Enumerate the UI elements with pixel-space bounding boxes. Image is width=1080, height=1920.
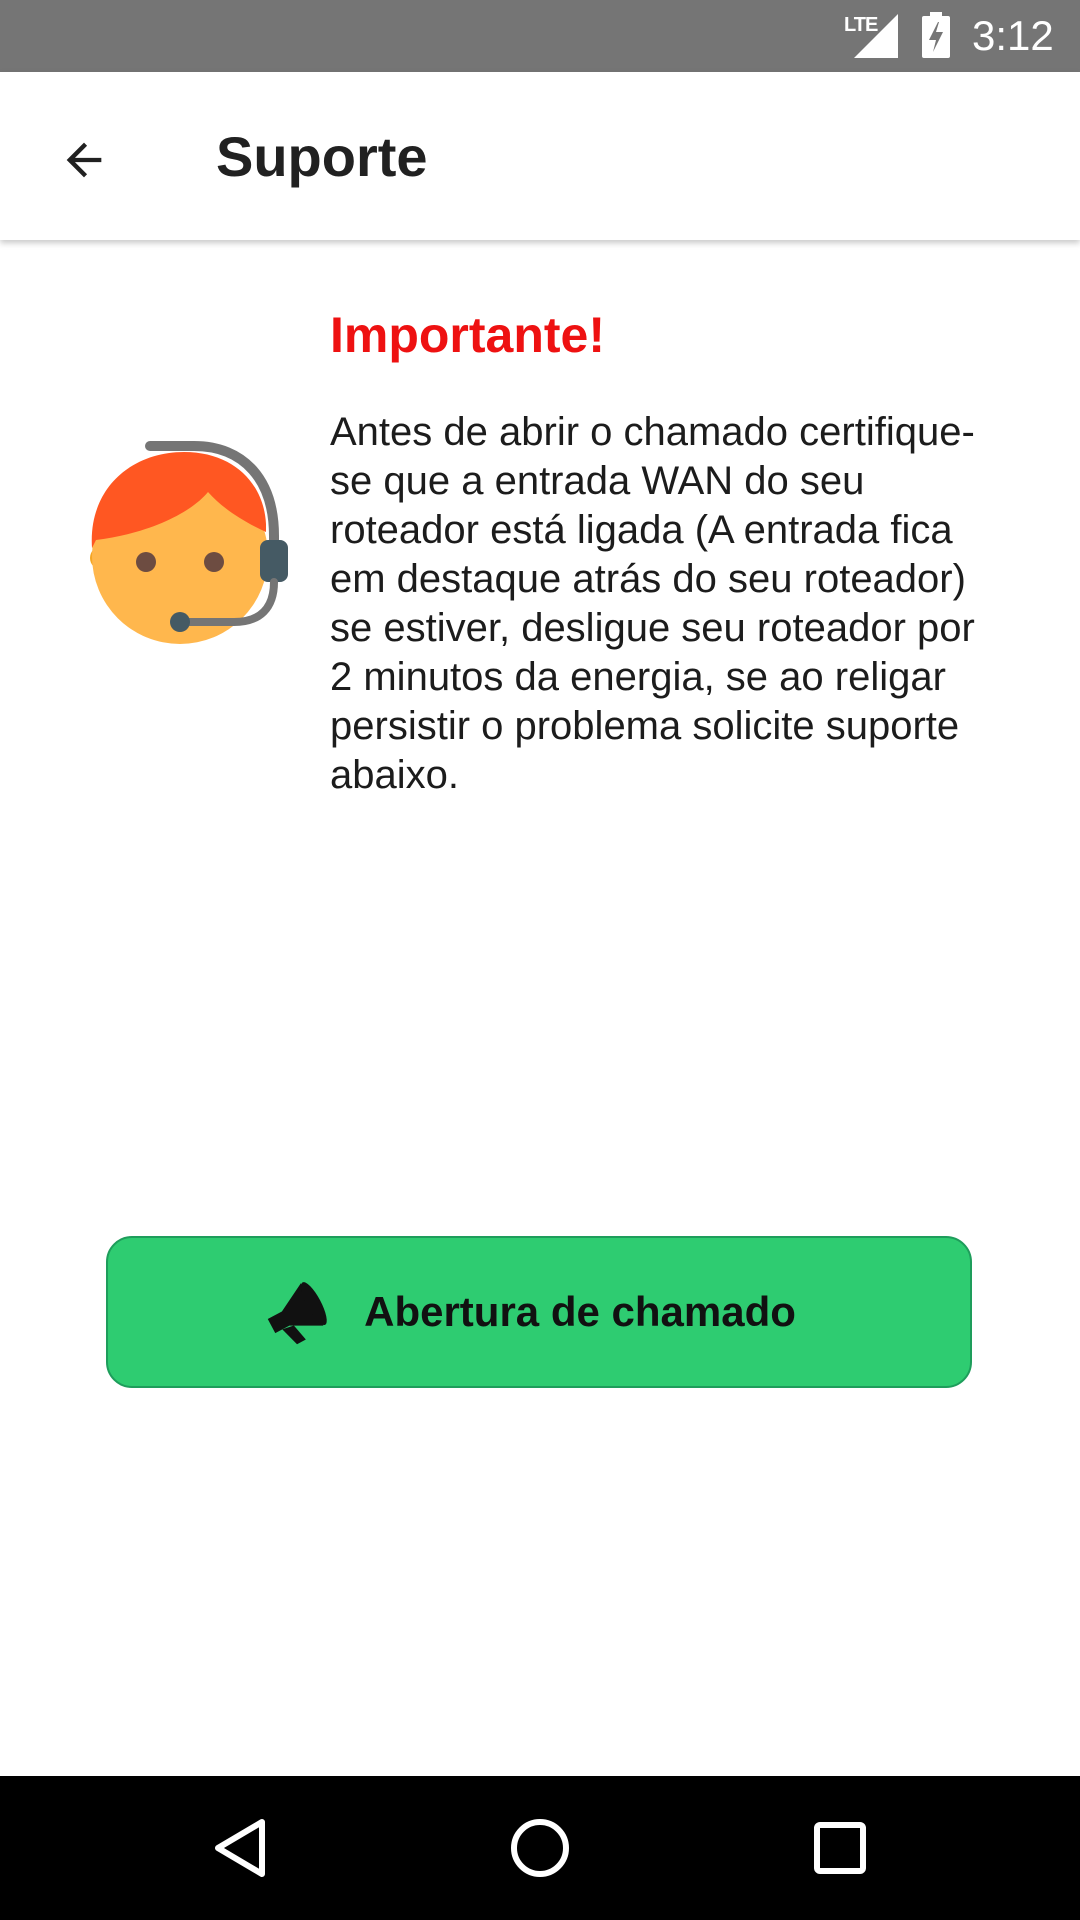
open-ticket-label: Abertura de chamado	[364, 1288, 796, 1335]
battery-charging-icon	[922, 12, 950, 58]
status-time: 3:12	[972, 12, 1054, 59]
signal-icon	[854, 14, 898, 58]
page-title: Suporte	[216, 125, 428, 188]
support-agent-headset-icon	[90, 441, 288, 644]
nav-recents-icon	[814, 1822, 866, 1874]
app-bar: Suporte	[0, 72, 1080, 240]
navigation-bar	[0, 1776, 1080, 1920]
screen: LTE 3:12 Suporte Importante! Antes de ab…	[0, 0, 1080, 1920]
nav-home-icon	[511, 1819, 569, 1877]
status-bar: LTE 3:12	[0, 0, 1080, 72]
nav-back-button[interactable]	[168, 1776, 312, 1920]
arrow-back-icon	[66, 142, 102, 178]
open-ticket-button[interactable]: Abertura de chamado	[106, 1236, 972, 1388]
nav-home-button[interactable]	[468, 1776, 612, 1920]
nav-back-icon	[215, 1819, 265, 1877]
notice-body-text: Antes de abrir o chamado certifique- se …	[330, 410, 975, 797]
back-button[interactable]	[36, 112, 132, 208]
notice-heading: Importante!	[330, 307, 605, 363]
megaphone-icon	[267, 1282, 327, 1345]
nav-recents-button[interactable]	[768, 1776, 912, 1920]
